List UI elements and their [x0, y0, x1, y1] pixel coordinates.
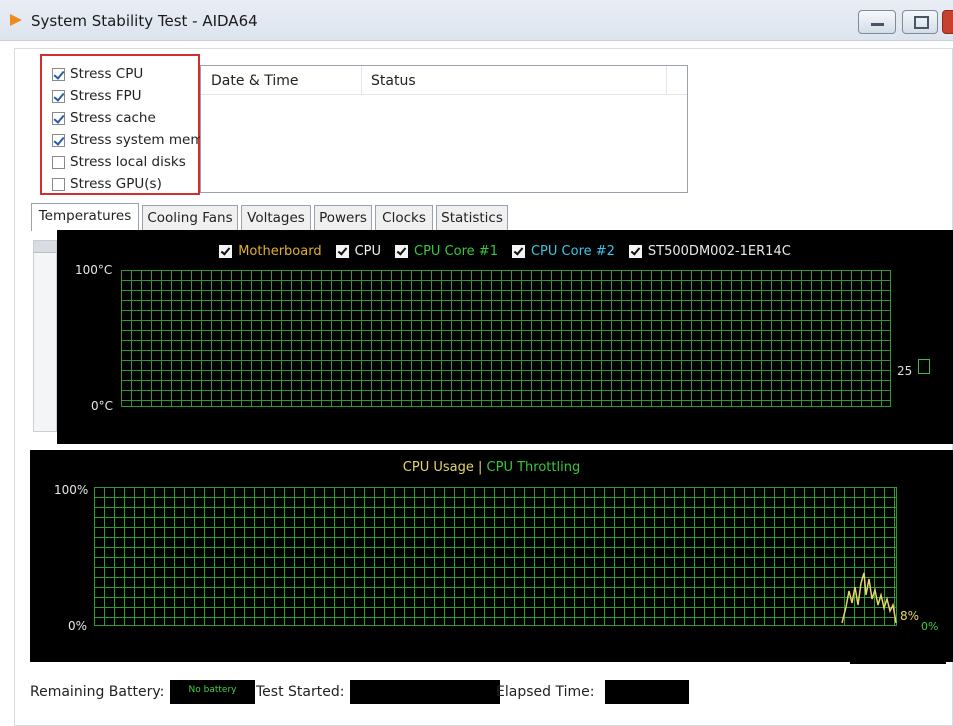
legend-cpu-core-1[interactable]: CPU Core #1 — [395, 242, 498, 260]
stress-fpu-checkbox[interactable] — [52, 89, 65, 103]
cpu-chart-title: CPU Usage | CPU Throttling — [30, 460, 953, 475]
stress-options-panel: Stress CPU Stress FPU Stress cache Stres… — [40, 54, 203, 195]
slider-thumb[interactable] — [34, 241, 56, 253]
legend-motherboard-label: Motherboard — [238, 243, 322, 259]
stress-local-disks-checkbox[interactable] — [52, 155, 65, 169]
stress-cache-checkbox[interactable] — [52, 111, 65, 125]
stress-cpu-option[interactable]: Stress CPU — [52, 64, 143, 84]
cpu-usage-title: CPU Usage — [402, 460, 474, 475]
legend-cpu-label: CPU — [354, 243, 382, 259]
stress-local-disks-label: Stress local disks — [70, 154, 186, 170]
cpu-usage-line — [841, 572, 897, 624]
legend-cpu-checkbox[interactable] — [335, 244, 349, 258]
cpu-y-min-label: 0% — [68, 619, 88, 633]
status-column-header[interactable]: Status — [371, 73, 416, 89]
test-log-list[interactable]: Date & Time Status — [200, 65, 688, 193]
stress-gpu-option[interactable]: Stress GPU(s) — [52, 174, 162, 194]
stress-fpu-option[interactable]: Stress FPU — [52, 86, 142, 106]
maximize-button[interactable] — [902, 10, 938, 34]
temperature-current-readout: 25 — [897, 364, 913, 378]
cpu-throttling-title: CPU Throttling — [486, 460, 581, 475]
legend-hdd-label: ST500DM002-1ER14C — [647, 243, 791, 259]
stress-system-memory-option[interactable]: Stress system mem — [52, 130, 203, 150]
temperature-y-min-label: 0°C — [91, 399, 114, 413]
minimize-icon — [871, 23, 884, 26]
temperature-grid — [121, 270, 891, 407]
maximize-icon — [914, 16, 929, 29]
legend-hdd[interactable]: ST500DM002-1ER14C — [628, 242, 791, 260]
legend-cpu-core-2-checkbox[interactable] — [511, 244, 525, 258]
stress-gpu-checkbox[interactable] — [52, 177, 65, 191]
cpu-usage-chart: CPU Usage | CPU Throttling 100% 0% 8% 0% — [30, 450, 953, 662]
stress-gpu-label: Stress GPU(s) — [70, 176, 162, 192]
column-divider[interactable] — [666, 66, 667, 94]
legend-hdd-checkbox[interactable] — [628, 244, 642, 258]
log-header: Date & Time Status — [201, 66, 687, 95]
tab-powers[interactable]: Powers — [314, 205, 372, 230]
chart-footer-strip — [850, 650, 946, 664]
stress-cpu-checkbox[interactable] — [52, 67, 65, 81]
stress-cache-option[interactable]: Stress cache — [52, 108, 156, 128]
temperature-marker — [918, 359, 930, 374]
temperature-y-max-label: 100°C — [75, 263, 113, 277]
elapsed-time-display — [605, 680, 689, 704]
stress-system-memory-checkbox[interactable] — [52, 133, 65, 147]
date-time-column-header[interactable]: Date & Time — [211, 73, 299, 89]
test-started-display — [350, 680, 500, 704]
aida64-app-icon — [10, 14, 22, 26]
tab-voltages[interactable]: Voltages — [241, 205, 311, 230]
legend-cpu-core-1-label: CPU Core #1 — [414, 243, 498, 259]
window-title: System Stability Test - AIDA64 — [31, 12, 258, 30]
tab-temperatures[interactable]: Temperatures — [31, 203, 139, 231]
test-started-label: Test Started: — [256, 684, 345, 700]
minimize-button[interactable] — [858, 10, 896, 34]
stress-local-disks-option[interactable]: Stress local disks — [52, 152, 186, 172]
temperature-chart: Motherboard CPU CPU Core #1 CPU Core #2 … — [57, 230, 953, 444]
battery-status-text: No battery — [188, 685, 237, 695]
title-bar: System Stability Test - AIDA64 — [0, 0, 953, 41]
elapsed-time-label: Elapsed Time: — [496, 684, 595, 700]
cpu-throttling-readout: 0% — [921, 620, 939, 633]
stress-system-memory-label: Stress system mem — [70, 132, 204, 148]
legend-cpu-core-2-label: CPU Core #2 — [530, 243, 615, 259]
tab-cooling-fans[interactable]: Cooling Fans — [142, 205, 238, 230]
chart-scroll-slider[interactable] — [33, 240, 57, 432]
legend-cpu[interactable]: CPU — [335, 242, 382, 260]
stress-cache-label: Stress cache — [70, 110, 156, 126]
remaining-battery-label: Remaining Battery: — [30, 684, 165, 700]
column-divider[interactable] — [361, 66, 362, 94]
battery-status-display: No battery — [170, 680, 255, 704]
legend-motherboard-checkbox[interactable] — [219, 244, 233, 258]
cpu-title-separator: | — [478, 460, 483, 475]
close-button[interactable] — [942, 10, 953, 34]
legend-motherboard[interactable]: Motherboard — [219, 242, 322, 260]
cpu-usage-readout: 8% — [900, 609, 920, 623]
tab-clocks[interactable]: Clocks — [375, 205, 433, 230]
legend-cpu-core-2[interactable]: CPU Core #2 — [511, 242, 615, 260]
cpu-y-max-label: 100% — [54, 483, 89, 497]
tab-statistics[interactable]: Statistics — [436, 205, 508, 230]
temperature-legend: Motherboard CPU CPU Core #1 CPU Core #2 … — [57, 242, 953, 260]
cpu-grid — [94, 487, 897, 626]
stress-cpu-label: Stress CPU — [70, 66, 144, 82]
stress-fpu-label: Stress FPU — [70, 88, 142, 104]
legend-cpu-core-1-checkbox[interactable] — [395, 244, 409, 258]
